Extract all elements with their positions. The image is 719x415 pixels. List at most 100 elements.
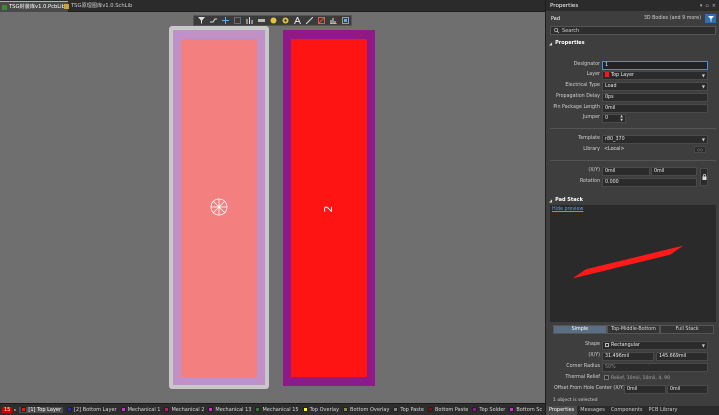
- tab-top-middle-bottom[interactable]: Top-Middle-Bottom: [606, 325, 661, 334]
- layer-tab-top-paste[interactable]: Top Paste: [393, 407, 424, 413]
- size-y-field[interactable]: 145.669mil: [656, 352, 708, 361]
- layer-color-swatch: [605, 72, 609, 77]
- filter-summary[interactable]: 3D Bodies (and 9 more): [644, 16, 701, 21]
- selection-status: 1 object is selected: [553, 398, 598, 403]
- library-link-icon[interactable]: ◇◇: [694, 146, 706, 153]
- component-icon[interactable]: [255, 16, 267, 25]
- rotation-row: Rotation 0.000: [546, 178, 719, 187]
- lock-button[interactable]: [700, 168, 708, 186]
- pad-icon[interactable]: [267, 16, 279, 25]
- tab-full-stack[interactable]: Full Stack: [660, 325, 715, 334]
- panel-header: Properties ▾ ▫ ×: [546, 0, 719, 11]
- rectangle-shape-icon: [605, 343, 609, 347]
- layer-select[interactable]: Top Layer ▼: [602, 71, 708, 80]
- layer-row: Layer Top Layer ▼: [546, 71, 719, 80]
- tab-schlib[interactable]: TSG原理图库v1.0.SchLib: [62, 1, 135, 12]
- corner-radius-row: Corner Radius 50%: [546, 363, 719, 372]
- designator-label: Designator: [573, 62, 600, 67]
- pcb-canvas[interactable]: 2: [0, 12, 545, 403]
- via-icon[interactable]: [279, 16, 291, 25]
- electrical-type-select[interactable]: Load ▼: [602, 82, 708, 91]
- jumper-row: Jumper 0 ▲ ▼: [546, 114, 719, 123]
- designator-field[interactable]: 1: [602, 61, 708, 70]
- thermal-relief-value: Relief, 10mil, 10mil, 4, 90: [611, 376, 671, 381]
- select-rect-icon[interactable]: [231, 16, 243, 25]
- layer-tab-top-layer[interactable]: [1] Top Layer: [19, 406, 64, 413]
- layer-color-swatch: [120, 407, 126, 412]
- location-y-field[interactable]: 0mil: [651, 167, 697, 176]
- layer-tab-mechanical-15[interactable]: Mechanical 15: [255, 407, 299, 413]
- close-icon[interactable]: ×: [712, 3, 716, 9]
- layer-label: Top Overlay: [309, 406, 340, 413]
- tab-components[interactable]: Components: [608, 406, 646, 415]
- panel-menu-icon[interactable]: ▾: [700, 3, 703, 9]
- chart-icon[interactable]: [327, 16, 339, 25]
- filter-icon[interactable]: [195, 16, 207, 25]
- thermal-relief-checkbox[interactable]: [604, 375, 609, 380]
- layer-color-swatch: [21, 407, 27, 412]
- library-value: <Local>: [604, 147, 625, 152]
- keepout-icon[interactable]: [315, 16, 327, 25]
- properties-panel: Properties ▾ ▫ × Pad 3D Bodies (and 9 mo…: [545, 0, 719, 415]
- layer-tab-top-overlay[interactable]: Top Overlay: [302, 406, 340, 413]
- propagation-delay-label: Propagation Delay: [555, 94, 600, 99]
- route-icon[interactable]: [207, 16, 219, 25]
- layer-tab-mechanical-13[interactable]: Mechanical 13: [208, 407, 251, 413]
- search-input[interactable]: Search: [550, 26, 716, 35]
- template-value: r80_370: [605, 137, 625, 142]
- pin-icon[interactable]: ▫: [705, 3, 708, 9]
- location-x-field[interactable]: 0mil: [602, 167, 650, 176]
- layer-tab-top-solder[interactable]: Top Solder: [472, 407, 505, 413]
- shape-value: Rectangular: [611, 343, 640, 348]
- offset-y-field[interactable]: 0mil: [667, 385, 708, 394]
- layer-label: Layer: [586, 72, 600, 77]
- tab-simple[interactable]: Simple: [553, 325, 607, 334]
- layer-tab-bottom-paste[interactable]: Bottom Paste: [427, 407, 468, 413]
- layer-tab-bottom-solder[interactable]: Bottom Sc: [509, 407, 542, 413]
- layer-tab-mechanical-1[interactable]: Mechanical 1: [120, 407, 160, 413]
- tab-messages[interactable]: Messages: [577, 406, 608, 415]
- corner-radius-label: Corner Radius: [566, 364, 600, 369]
- tab-properties[interactable]: Properties: [546, 406, 578, 415]
- shape-select[interactable]: Rectangular ▼: [602, 341, 708, 350]
- tab-pcblib[interactable]: TSG封装库v1.0.PcbLib: [0, 1, 68, 12]
- corner-radius-field[interactable]: 50%: [602, 363, 708, 372]
- pad-2-designator: 2: [322, 205, 335, 213]
- snap-icon[interactable]: [339, 16, 351, 25]
- rotation-field[interactable]: 0.000: [602, 178, 697, 187]
- size-x-field[interactable]: 31.496mil: [602, 352, 654, 361]
- layer-tab-bottom-layer[interactable]: [2] Bottom Layer: [67, 407, 117, 413]
- propagation-delay-field[interactable]: 0ps: [602, 93, 708, 102]
- layer-tab-bottom-overlay[interactable]: Bottom Overlay: [343, 407, 389, 413]
- offset-x-field[interactable]: 0mil: [624, 385, 666, 394]
- hide-preview-link[interactable]: Hide preview: [552, 207, 583, 212]
- panel-title: Properties: [550, 2, 579, 9]
- location-label: (X/Y): [588, 168, 600, 173]
- divider: [550, 128, 716, 129]
- pcb-doc-icon: [2, 5, 7, 10]
- line-icon[interactable]: [303, 16, 315, 25]
- text-icon[interactable]: [291, 16, 303, 25]
- template-select[interactable]: r80_370 ▼: [602, 135, 708, 144]
- thermal-relief-control[interactable]: Relief, 10mil, 10mil, 4, 90: [604, 375, 670, 381]
- layer-set-count[interactable]: 15: [2, 406, 13, 413]
- tab-pcb-library[interactable]: PCB Library: [645, 406, 680, 415]
- filter-button[interactable]: [705, 14, 716, 23]
- layer-label: Bottom Sc: [516, 406, 543, 413]
- layer-tab-mechanical-2[interactable]: Mechanical 2: [164, 407, 204, 413]
- section-properties-header[interactable]: ◢ Properties: [546, 38, 719, 48]
- stepper-arrows-icon[interactable]: ▲ ▼: [620, 115, 623, 122]
- shape-row: Shape Rectangular ▼: [546, 341, 719, 350]
- add-icon[interactable]: [219, 16, 231, 25]
- layer-label: Top Solder: [479, 406, 506, 413]
- section-pad-stack-header[interactable]: ◢ Pad Stack: [546, 195, 583, 205]
- align-icon[interactable]: [243, 16, 255, 25]
- tab-pcblib-label: TSG封装库v1.0.PcbLib: [9, 4, 65, 10]
- pin-package-length-field[interactable]: 0mil: [602, 104, 708, 113]
- tab-schlib-label: TSG原理图库v1.0.SchLib: [71, 3, 133, 9]
- layer-set-arrow-icon[interactable]: ▸: [14, 407, 16, 412]
- jumper-stepper[interactable]: 0 ▲ ▼: [602, 114, 626, 123]
- pin-package-length-label: Pin Package Length: [553, 105, 600, 110]
- object-type: Pad: [551, 15, 561, 22]
- filter-icon: [707, 15, 714, 22]
